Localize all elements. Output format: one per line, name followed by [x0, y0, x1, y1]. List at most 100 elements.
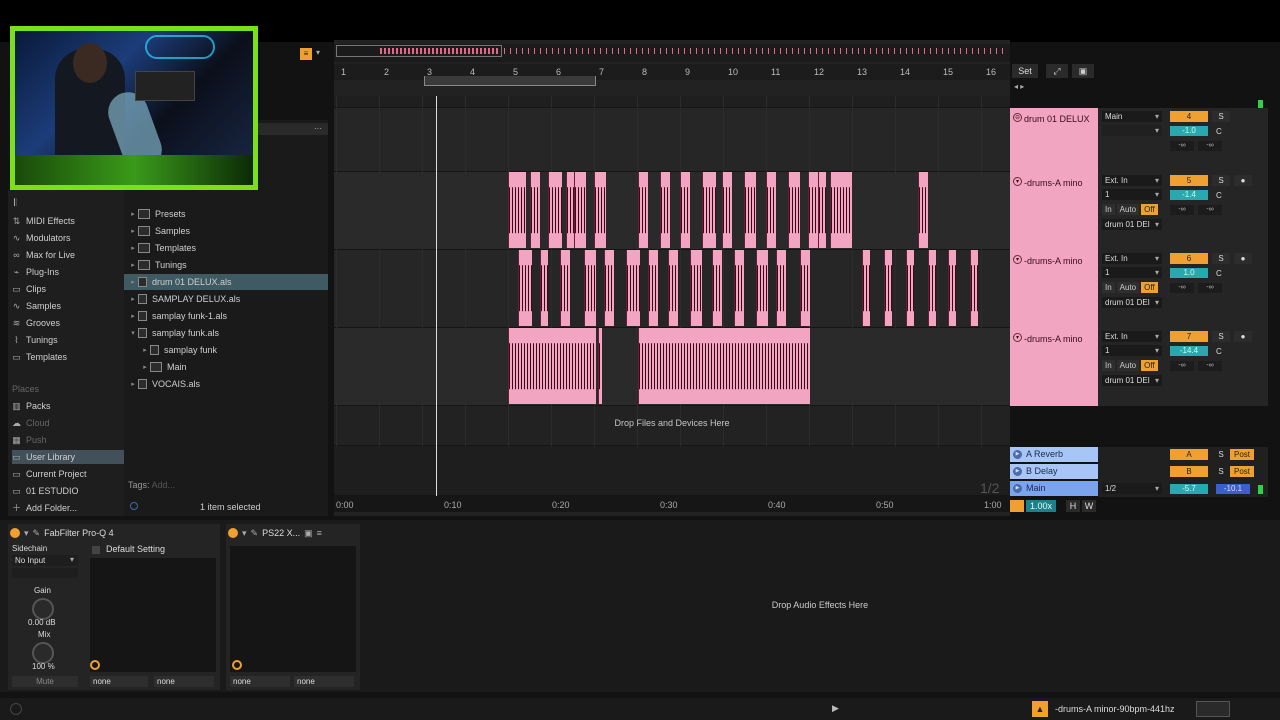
file-item[interactable]: ▸ SAMPLAY DELUX.als: [124, 291, 328, 307]
track-header-3[interactable]: ▾ -drums-A mino: [1010, 250, 1098, 328]
volume-field[interactable]: -1.4: [1170, 190, 1208, 200]
plugin-power-icon[interactable]: [90, 660, 100, 670]
track-activator[interactable]: 6: [1170, 253, 1208, 264]
browser-category[interactable]: ⌁ Plug-Ins: [12, 265, 124, 279]
arm-button[interactable]: ●: [1234, 331, 1252, 342]
return-b-activator[interactable]: B: [1170, 466, 1208, 477]
audio-clip[interactable]: [906, 250, 914, 326]
audio-clip[interactable]: [604, 250, 614, 326]
device-on-icon[interactable]: [228, 528, 238, 538]
browser-category[interactable]: ∞ Max for Live: [12, 248, 124, 262]
send-b-field[interactable]: -∞: [1198, 283, 1222, 293]
browser-category[interactable]: ⌇ Tunings: [12, 333, 124, 347]
file-item[interactable]: ▾ samplay funk.als: [124, 325, 328, 341]
send-b-field[interactable]: -∞: [1198, 141, 1222, 151]
audio-clip[interactable]: [756, 250, 768, 326]
file-item[interactable]: ▸ Templates: [124, 240, 328, 256]
info-icon[interactable]: [10, 703, 22, 715]
solo-button[interactable]: S: [1212, 253, 1230, 264]
input-select[interactable]: Ext. In: [1102, 175, 1162, 186]
macro-select-2[interactable]: none: [154, 676, 214, 687]
audio-clip[interactable]: [800, 250, 810, 326]
post-button[interactable]: Post: [1230, 449, 1254, 460]
output-select[interactable]: drum 01 DEI: [1102, 219, 1162, 230]
expand-icon[interactable]: ▸: [128, 295, 138, 303]
fold-icon[interactable]: ▾: [242, 528, 247, 539]
send-a-field[interactable]: -∞: [1170, 361, 1194, 371]
play-icon[interactable]: ▶: [832, 703, 839, 714]
browser-category[interactable]: ≋ Grooves: [12, 316, 124, 330]
return-track-a[interactable]: ▶ A Reverb: [1010, 447, 1098, 462]
channel-select[interactable]: 1: [1102, 345, 1162, 356]
audio-clip[interactable]: [540, 250, 548, 326]
expand-icon[interactable]: ▸: [128, 380, 138, 388]
loop-brace[interactable]: [424, 76, 596, 86]
chevron-down-icon[interactable]: ▾: [316, 48, 320, 57]
save-icon[interactable]: ▣: [304, 528, 313, 539]
monitor-off[interactable]: Off: [1141, 282, 1158, 293]
arrangement-overview[interactable]: [334, 44, 1010, 62]
main-output-select[interactable]: 1/2: [1102, 483, 1162, 494]
follow-icon[interactable]: ≡: [300, 48, 312, 60]
plugin-display[interactable]: [230, 546, 356, 672]
audio-clip[interactable]: [560, 250, 570, 326]
device-on-icon[interactable]: [10, 528, 20, 538]
main-volume[interactable]: -5.7: [1170, 484, 1208, 494]
audio-clip[interactable]: [884, 250, 892, 326]
input-select[interactable]: Ext. In: [1102, 253, 1162, 264]
file-item[interactable]: ▸ samplay funk-1.als: [124, 308, 328, 324]
place-item[interactable]: ▭ User Library: [12, 450, 124, 464]
wrench-icon[interactable]: ✎: [251, 528, 259, 539]
expand-icon[interactable]: ▸: [128, 261, 138, 269]
arm-button[interactable]: ●: [1234, 253, 1252, 264]
return-track-b[interactable]: ▶ B Delay: [1010, 464, 1098, 479]
audio-clip[interactable]: [808, 172, 818, 248]
pan-field[interactable]: C: [1216, 347, 1222, 356]
device-title-bar[interactable]: ▾ ✎ FabFilter Pro-Q 4: [10, 526, 114, 540]
fold-icon[interactable]: ▾: [1013, 255, 1022, 264]
expand-icon[interactable]: ▸: [128, 278, 138, 286]
channel-select[interactable]: 1: [1102, 189, 1162, 200]
track-activator[interactable]: 4: [1170, 111, 1208, 122]
monitor-in[interactable]: In: [1102, 204, 1115, 215]
menu-icon[interactable]: ≡: [317, 528, 322, 538]
lock-icon[interactable]: ▣: [1072, 64, 1094, 78]
browser-category[interactable]: ∿ Samples: [12, 299, 124, 313]
send-a-field[interactable]: -∞: [1170, 141, 1194, 151]
solo-button[interactable]: S: [1212, 111, 1230, 122]
fold-icon[interactable]: ⊖: [1013, 113, 1022, 122]
expand-icon[interactable]: ▾: [128, 329, 138, 337]
plugin-display[interactable]: [90, 558, 216, 672]
macro-select-1[interactable]: none: [90, 676, 148, 687]
file-item[interactable]: ▸ Presets: [124, 206, 328, 222]
more-icon[interactable]: ⋯: [314, 124, 322, 133]
audio-clip[interactable]: [830, 172, 852, 248]
macro-select-1[interactable]: none: [230, 676, 290, 687]
expand-icon[interactable]: ▸: [128, 312, 138, 320]
track-activator[interactable]: 5: [1170, 175, 1208, 186]
send-a-field[interactable]: -∞: [1170, 283, 1194, 293]
audio-clip[interactable]: [970, 250, 978, 326]
place-item[interactable]: ▥ Packs: [12, 399, 124, 413]
sidechain-input-select[interactable]: No Input: [12, 555, 78, 566]
time-ruler[interactable]: 0:00 0:10 0:20 0:30 0:40 0:50 1:00: [334, 496, 1010, 512]
monitor-auto[interactable]: Auto: [1116, 360, 1140, 371]
solo-button[interactable]: S: [1212, 466, 1230, 477]
audio-clip[interactable]: [918, 172, 928, 248]
audio-clip[interactable]: [530, 172, 540, 248]
expand-icon[interactable]: ▸: [140, 346, 150, 354]
solo-button[interactable]: S: [1212, 449, 1230, 460]
return-a-activator[interactable]: A: [1170, 449, 1208, 460]
audio-clip[interactable]: [648, 250, 658, 326]
monitor-auto[interactable]: Auto: [1116, 204, 1140, 215]
main-track[interactable]: ▶ Main: [1010, 481, 1098, 496]
audio-clip[interactable]: [508, 172, 526, 248]
input-select[interactable]: Main: [1102, 111, 1162, 122]
input-select[interactable]: Ext. In: [1102, 331, 1162, 342]
place-item[interactable]: ▭ 01 ESTUDIO: [12, 484, 124, 498]
audio-clip[interactable]: [722, 172, 732, 248]
track-header-2[interactable]: ▾ -drums-A mino: [1010, 172, 1098, 250]
preset-name[interactable]: Default Setting: [106, 544, 165, 554]
expand-icon[interactable]: ▸: [128, 244, 138, 252]
track-header-1[interactable]: ⊖ drum 01 DELUX: [1010, 108, 1098, 172]
